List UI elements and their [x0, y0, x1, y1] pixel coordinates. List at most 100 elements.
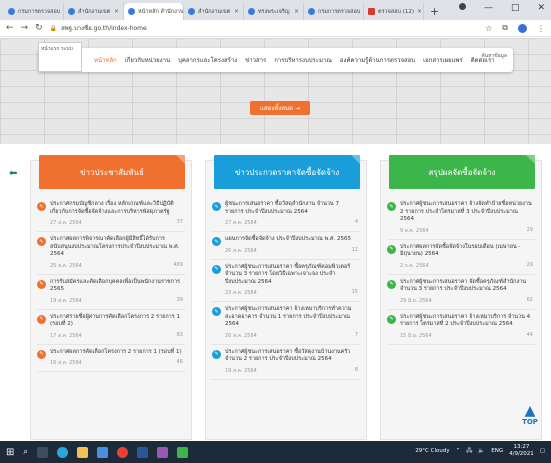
browser-tab[interactable]: กรมการตรวจสอบ×: [304, 3, 364, 20]
list-item[interactable]: ✎ ประกาศรายชื่อผู้ผ่านการคัดเลือกโครงการ …: [37, 310, 185, 345]
news-headline[interactable]: ประกาศผู้ชนะการเสนอราคา จ้างเหมาบริการทำ…: [225, 306, 358, 329]
document-icon: ✎: [387, 314, 396, 324]
menu-icon[interactable]: ⋮: [537, 24, 545, 33]
news-date: 29 มิ.ย. 2564: [400, 297, 432, 304]
column-title[interactable]: ข่าวประกวดราคาจัดซื้อจัดจ้าง: [214, 155, 360, 189]
list-item[interactable]: ✎ ประกาศผู้ชนะการเสนอราคา จ้างเหมาบริการท…: [212, 302, 360, 345]
list-item[interactable]: ✎ ประกาศผลการจัดซื้อจัดจ้างในรอบเดือน (เม…: [387, 240, 535, 275]
weather-text[interactable]: 29°C Cloudy: [415, 448, 449, 454]
folder-icon[interactable]: [76, 446, 88, 458]
clock[interactable]: 13:27 4/9/2021: [509, 444, 534, 458]
search-link[interactable]: ค้นหาข้อมูล: [481, 52, 507, 60]
document-icon: ✎: [387, 244, 396, 254]
site-logo[interactable]: หน้าแรก ระบบ: [38, 42, 82, 72]
column-title[interactable]: สรุปผลจัดซื้อจัดจ้าง: [389, 155, 535, 189]
profile-icon[interactable]: [458, 3, 466, 10]
news-headline[interactable]: ประกาศผู้ชนะการเสนอราคา ซื้อวัสดุงานบ้าน…: [225, 349, 358, 364]
news-date: 25 ส.ค. 2564: [50, 262, 82, 269]
favicon-icon: [248, 8, 255, 15]
tray-up-icon[interactable]: ⌃: [456, 448, 461, 454]
extensions-icon[interactable]: ⧉: [502, 23, 508, 33]
close-tab-icon[interactable]: ×: [234, 8, 239, 15]
browser-tab[interactable]: ตรวจสอบ (12) ×: [364, 3, 424, 20]
window-controls: — □ ✕: [458, 3, 545, 13]
news-headline[interactable]: แผนการจัดซื้อจัดจ้าง ประจำปีงบประมาณ พ.ศ…: [225, 236, 358, 244]
view-count: 489: [173, 261, 183, 268]
browser-tab[interactable]: สำนักงานเขต ×: [64, 3, 124, 20]
maximize-button[interactable]: □: [511, 3, 520, 13]
url-field[interactable]: 🔒 สพฐ.บางซื่อ.go.th/index-home: [50, 23, 478, 33]
notifications-icon[interactable]: ▢: [540, 448, 545, 454]
list-item[interactable]: ✎ แผนการจัดซื้อจัดจ้าง ประจำปีงบประมาณ พ.…: [212, 232, 360, 260]
news-headline[interactable]: ประกาศผลการจัดซื้อจัดจ้างในรอบเดือน (เมษ…: [400, 244, 533, 259]
menu-item[interactable]: ข่าวสาร: [245, 55, 266, 65]
avatar[interactable]: [518, 23, 527, 33]
news-headline[interactable]: ประกาศผู้ชนะการเสนอราคา จ้างเหมาบริการ จ…: [400, 314, 533, 329]
edge-icon[interactable]: [56, 446, 68, 458]
browser-tab[interactable]: ทรงพระเจริญ ×: [244, 3, 304, 20]
list-item[interactable]: ✎ ประกาศกรมบัญชีกลาง เรื่อง หลักเกณฑ์และว…: [37, 197, 185, 232]
reload-icon[interactable]: ↻: [35, 23, 43, 33]
view-count: 83: [176, 331, 183, 338]
menu-item[interactable]: บุคลากรและโครงสร้าง: [178, 55, 237, 65]
news-date: 26 ส.ค. 2564: [225, 247, 257, 254]
view-all-button[interactable]: แสดงทั้งหมด →: [250, 101, 310, 115]
minimize-button[interactable]: —: [484, 3, 493, 13]
list-item[interactable]: ✎ ประกาศผู้ชนะการเสนอราคา ซื้อครุภัณฑ์คอม…: [212, 260, 360, 302]
close-tab-icon[interactable]: ×: [417, 8, 422, 15]
list-item[interactable]: ✎ ประกาศผู้ชนะการเสนอราคา จ้างจัดทำป้ายชื…: [387, 197, 535, 240]
browser-tab[interactable]: หน้าหลัก สำนักงาน×: [124, 3, 184, 20]
news-headline[interactable]: การรับสมัครและคัดเลือกบุคคลเพื่อเป็นพนัก…: [50, 279, 183, 294]
start-icon[interactable]: ⊞: [6, 447, 14, 458]
star-icon[interactable]: ☆: [485, 24, 492, 33]
news-headline[interactable]: ประกาศผู้ชนะการเสนอราคา ซื้อครุภัณฑ์คอมพ…: [225, 264, 358, 287]
app-icon[interactable]: [176, 446, 188, 458]
network-icon[interactable]: 🖧: [466, 447, 472, 456]
search-icon[interactable]: ⌕: [23, 447, 27, 457]
menu-item[interactable]: หน้าหลัก: [94, 55, 117, 65]
list-item[interactable]: ✎ ประกาศผู้ชนะการเสนอราคา ซื้อวัสดุงานบ้า…: [212, 345, 360, 380]
list-item[interactable]: ✎ ประกาศผลการพิจารณาคัดเลือกผู้มีสิทธิ์ได…: [37, 232, 185, 275]
browser-tab[interactable]: กรมการตรวจสอบ×: [4, 3, 64, 20]
close-tab-icon[interactable]: ×: [114, 8, 119, 15]
photos-icon[interactable]: [156, 446, 168, 458]
document-icon: ✎: [212, 202, 221, 211]
menu-item[interactable]: การบริหารงบประมาณ: [274, 55, 332, 65]
menu-item[interactable]: เกี่ยวกับหน่วยงาน: [125, 55, 170, 65]
list-item[interactable]: ✎ ผู้ชนะการเสนอราคา ซื้อวัสดุสำนักงาน จำน…: [212, 197, 360, 232]
close-window-button[interactable]: ✕: [537, 3, 545, 13]
news-date: 15 มิ.ย. 2564: [400, 332, 432, 339]
list-item[interactable]: ✎ การรับสมัครและคัดเลือกบุคคลเพื่อเป็นพนั…: [37, 275, 185, 310]
news-headline[interactable]: ประกาศผลการพิจารณาคัดเลือกผู้มีสิทธิ์ได้…: [50, 236, 183, 259]
menu-item[interactable]: เอกสารเผยแพร่: [423, 55, 463, 65]
volume-icon[interactable]: 🔈: [478, 448, 485, 454]
view-count: 15: [351, 289, 358, 295]
view-count: 29: [526, 226, 533, 233]
tab-label: ตรวจสอบ (12): [378, 8, 415, 15]
list-item[interactable]: ✎ ประกาศผลการคัดเลือกโครงการ 2 รายการ 1 (…: [37, 345, 185, 372]
document-icon: ✎: [37, 314, 46, 324]
news-headline[interactable]: ประกาศผู้ชนะการเสนอราคา จ้างจัดทำป้ายชื่…: [400, 201, 533, 224]
news-headline[interactable]: ประกาศผลการคัดเลือกโครงการ 2 รายการ 1 (ร…: [50, 349, 183, 357]
forward-icon[interactable]: →: [21, 23, 29, 33]
new-tab-button[interactable]: +: [424, 3, 445, 20]
close-tab-icon[interactable]: ×: [294, 8, 299, 15]
word-icon[interactable]: [136, 446, 148, 458]
news-headline[interactable]: ประกาศผู้ชนะการเสนอราคา จัดซื้อครุภัณฑ์ส…: [400, 279, 533, 294]
news-headline[interactable]: ผู้ชนะการเสนอราคา ซื้อวัสดุสำนักงาน จำนว…: [225, 201, 358, 216]
language-indicator[interactable]: ENG: [491, 448, 503, 454]
column-title[interactable]: ข่าวประชาสัมพันธ์: [39, 155, 185, 189]
scroll-to-top-button[interactable]: ▲ TOP: [518, 404, 542, 434]
list-item[interactable]: ✎ ประกาศผู้ชนะการเสนอราคา จัดซื้อครุภัณฑ์…: [387, 275, 535, 310]
task-view-icon[interactable]: [36, 446, 48, 458]
chrome-icon[interactable]: [116, 446, 128, 458]
news-headline[interactable]: ประกาศรายชื่อผู้ผ่านการคัดเลือกโครงการ 2…: [50, 314, 183, 329]
browser-tab[interactable]: สำนักงานเขต ×: [184, 3, 244, 20]
side-arrow-icon[interactable]: ⬅: [9, 168, 17, 179]
store-icon[interactable]: [96, 446, 108, 458]
back-icon[interactable]: ←: [6, 23, 14, 33]
tab-label: ทรงพระเจริญ: [258, 8, 290, 15]
menu-item[interactable]: องค์ความรู้ด้านการตรวจสอบ: [340, 55, 415, 65]
news-headline[interactable]: ประกาศกรมบัญชีกลาง เรื่อง หลักเกณฑ์และวิ…: [50, 201, 183, 216]
list-item[interactable]: ✎ ประกาศผู้ชนะการเสนอราคา จ้างเหมาบริการ …: [387, 310, 535, 345]
